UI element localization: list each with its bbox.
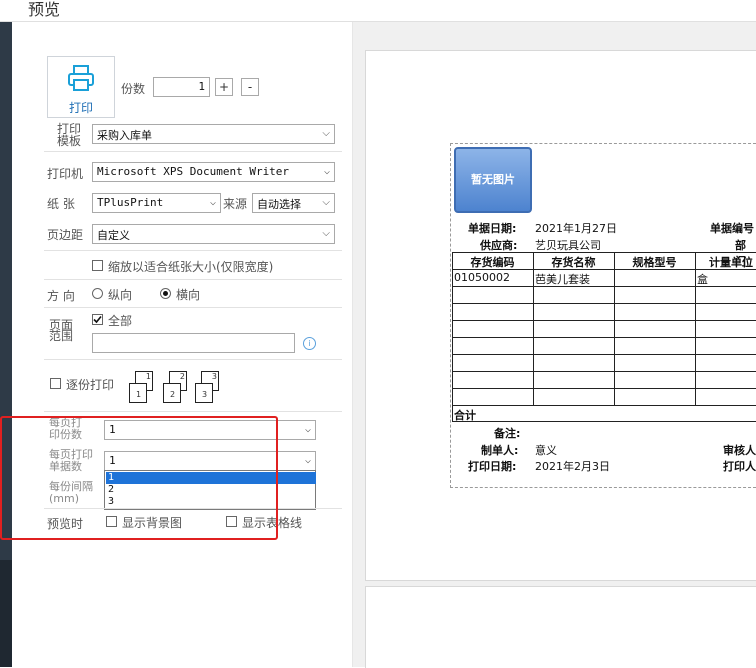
page-icon: 3 bbox=[195, 383, 213, 403]
paper-select[interactable]: TPlusPrint ⌵ bbox=[92, 193, 221, 213]
portrait-label: 纵向 bbox=[108, 288, 133, 302]
docno-label: 单据编号 bbox=[710, 222, 754, 235]
checkmark-icon bbox=[93, 315, 102, 324]
range-input[interactable] bbox=[92, 333, 295, 353]
maker-label: 制单人: bbox=[481, 444, 519, 457]
print-button-label: 打印 bbox=[68, 101, 93, 115]
print-date-value: 2021年2月3日 bbox=[535, 460, 610, 473]
supplier-label: 供应商: bbox=[480, 239, 518, 252]
items-table: 存货编码 存货名称 规格型号 计量单位 01050002 芭美儿套装 盒 合计 bbox=[452, 252, 756, 422]
margin-label: 页边距 bbox=[47, 228, 84, 242]
printer-icon bbox=[68, 65, 94, 91]
landscape-label: 横向 bbox=[176, 288, 201, 302]
page-icon: 1 bbox=[129, 383, 147, 403]
chevron-down-icon: ⌵ bbox=[323, 166, 330, 177]
range-label: 页面范围 bbox=[49, 318, 74, 343]
range-all-label: 全部 bbox=[108, 314, 133, 328]
separator bbox=[44, 151, 342, 152]
printer-select[interactable]: Microsoft XPS Document Writer ⌵ bbox=[92, 162, 335, 182]
range-all-checkbox[interactable] bbox=[92, 314, 103, 325]
print-date-label: 打印日期: bbox=[468, 460, 517, 473]
date-label: 单据日期: bbox=[468, 222, 517, 235]
date-value: 2021年1月27日 bbox=[535, 222, 617, 235]
preview-page-2 bbox=[365, 586, 756, 668]
title-bar bbox=[0, 0, 756, 22]
chevron-down-icon: ⌵ bbox=[209, 197, 216, 208]
collate-illustration: 1 1 2 2 3 3 bbox=[129, 368, 229, 406]
page-icon: 2 bbox=[163, 383, 181, 403]
source-value: 自动选择 bbox=[257, 198, 301, 211]
printer-value: Microsoft XPS Document Writer bbox=[97, 165, 290, 178]
info-icon[interactable]: i bbox=[303, 337, 316, 350]
copies-plus-button[interactable]: + bbox=[215, 78, 233, 96]
total-label: 合计 bbox=[454, 409, 476, 422]
maker-value: 意义 bbox=[535, 444, 557, 457]
portrait-radio[interactable] bbox=[92, 288, 103, 299]
no-image-placeholder: 暂无图片 bbox=[454, 147, 532, 213]
table-cell: 芭美儿套装 bbox=[535, 273, 590, 286]
highlight-annotation bbox=[0, 416, 278, 540]
paper-label: 纸 张 bbox=[47, 197, 75, 211]
background-app-strip-lower bbox=[0, 560, 12, 667]
supplier-value: 艺贝玩具公司 bbox=[535, 239, 601, 252]
remark-label: 备注: bbox=[494, 427, 521, 440]
template-label: 打印模板 bbox=[57, 122, 82, 148]
separator bbox=[44, 307, 342, 308]
source-label: 来源 bbox=[223, 197, 248, 211]
template-value: 采购入库单 bbox=[97, 129, 152, 142]
chevron-down-icon: ⌵ bbox=[304, 424, 311, 435]
column-header: 计量单位 bbox=[709, 256, 753, 269]
chevron-down-icon: ⌵ bbox=[304, 455, 311, 466]
fit-checkbox[interactable] bbox=[92, 260, 103, 271]
copies-minus-button[interactable]: - bbox=[241, 78, 259, 96]
copies-label: 份数 bbox=[121, 82, 146, 96]
window-title: 预览 bbox=[28, 0, 61, 19]
table-cell: 盒 bbox=[697, 273, 708, 286]
chevron-down-icon: ⌵ bbox=[322, 197, 330, 208]
chevron-down-icon: ⌵ bbox=[322, 128, 330, 139]
reviewer-label: 审核人 bbox=[723, 444, 756, 457]
column-header: 存货名称 bbox=[551, 256, 596, 269]
source-select[interactable]: 自动选择 ⌵ bbox=[252, 193, 335, 213]
separator bbox=[44, 250, 342, 251]
margin-select[interactable]: 自定义 ⌵ bbox=[92, 224, 335, 244]
template-select[interactable]: 采购入库单 ⌵ bbox=[92, 124, 335, 144]
table-cell: 01050002 bbox=[454, 271, 510, 284]
print-button[interactable]: 打印 bbox=[47, 56, 115, 118]
printer-label: 打印机 bbox=[47, 167, 84, 181]
separator bbox=[44, 279, 342, 280]
collate-checkbox[interactable] bbox=[50, 378, 61, 389]
landscape-radio[interactable] bbox=[160, 288, 171, 299]
collate-label: 逐份打印 bbox=[66, 378, 115, 392]
chevron-down-icon: ⌵ bbox=[322, 228, 330, 239]
copies-input[interactable]: 1 bbox=[153, 77, 210, 97]
fit-label: 缩放以适合纸张大小(仅限宽度) bbox=[108, 260, 274, 274]
column-header: 规格型号 bbox=[632, 256, 677, 269]
column-header: 存货编码 bbox=[470, 256, 515, 269]
orientation-label: 方 向 bbox=[47, 289, 75, 303]
paper-value: TPlusPrint bbox=[97, 196, 164, 209]
separator bbox=[44, 359, 342, 360]
separator bbox=[44, 411, 342, 412]
printer-person-label: 打印人 bbox=[723, 460, 756, 473]
margin-value: 自定义 bbox=[97, 229, 130, 242]
